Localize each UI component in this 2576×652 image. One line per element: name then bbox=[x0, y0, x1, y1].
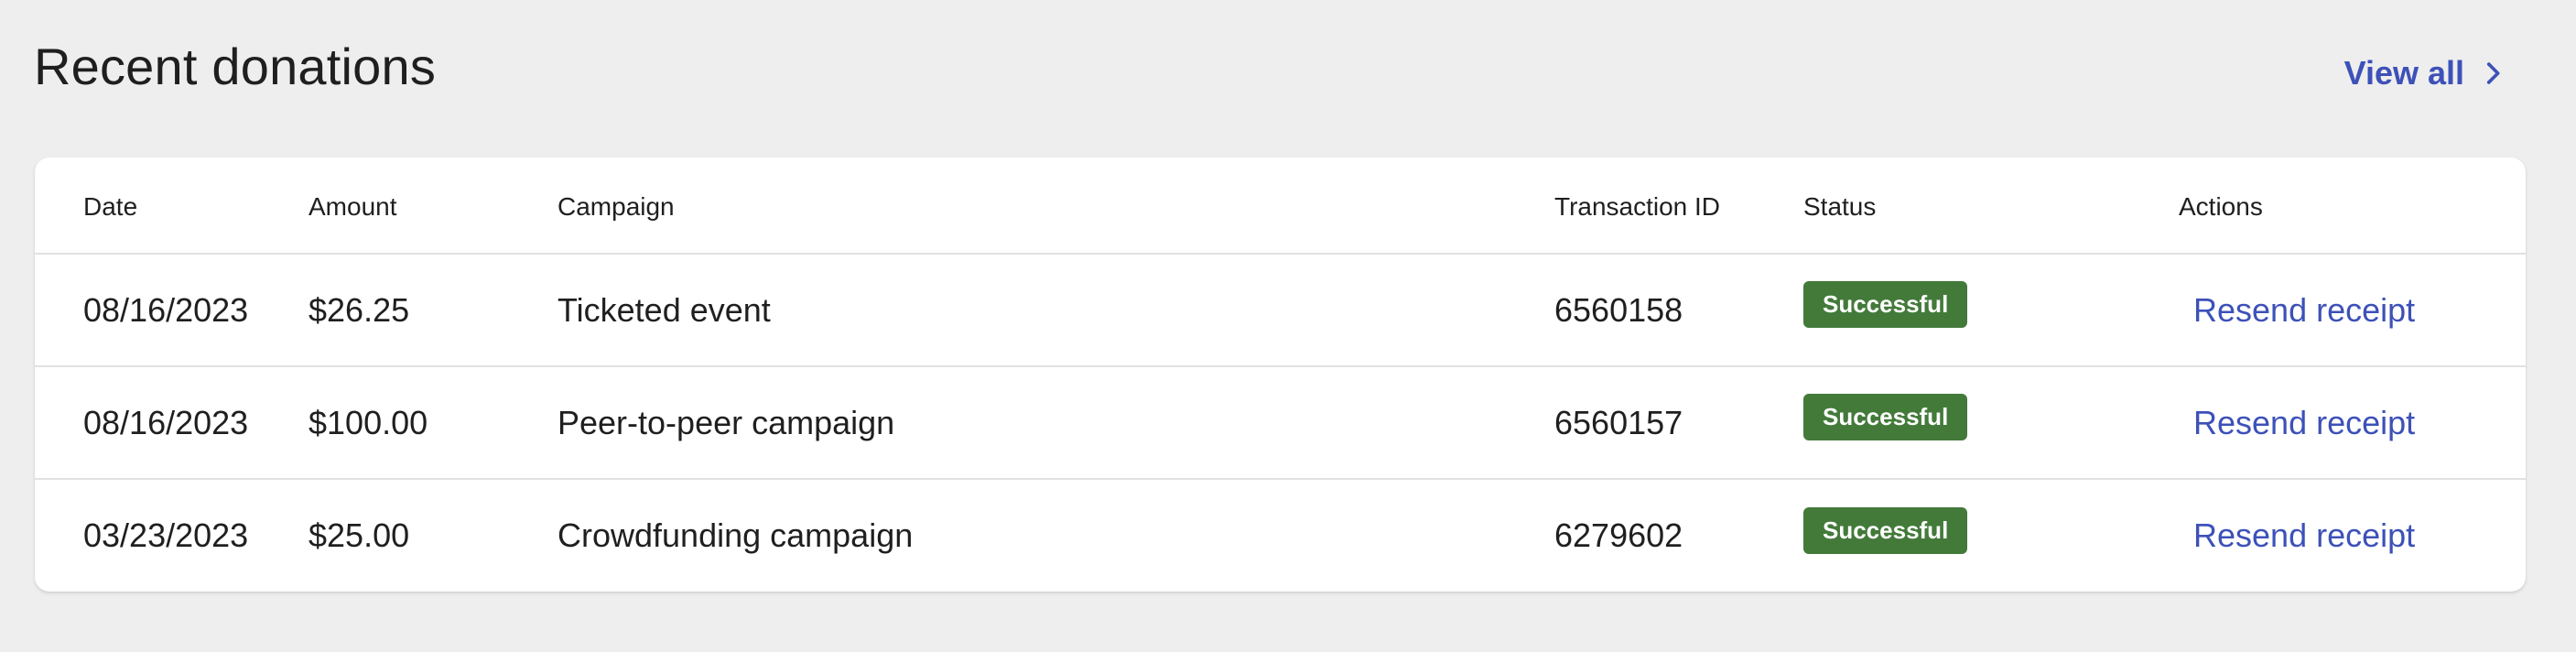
cell-amount: $26.25 bbox=[308, 290, 410, 329]
cell-transaction-id: 6560157 bbox=[1554, 403, 1683, 441]
cell-status: Successful bbox=[1803, 479, 2179, 592]
view-all-link[interactable]: View all bbox=[2344, 53, 2508, 93]
resend-receipt-link[interactable]: Resend receipt bbox=[2193, 291, 2415, 329]
column-header-status: Status bbox=[1803, 192, 1877, 221]
donations-table: Date Amount Campaign Transaction ID Stat… bbox=[35, 158, 2526, 592]
column-header-campaign: Campaign bbox=[557, 192, 675, 221]
resend-receipt-link[interactable]: Resend receipt bbox=[2193, 516, 2415, 554]
table-row: 08/16/2023 $100.00 Peer-to-peer campaign… bbox=[35, 366, 2526, 479]
cell-transaction-id: 6560158 bbox=[1554, 290, 1683, 329]
cell-date: 08/16/2023 bbox=[83, 290, 249, 329]
chevron-right-icon bbox=[2486, 62, 2500, 84]
column-header-amount: Amount bbox=[308, 192, 397, 221]
cell-status: Successful bbox=[1803, 254, 2179, 366]
cell-amount: $25.00 bbox=[308, 516, 410, 554]
status-badge: Successful bbox=[1803, 394, 1968, 440]
cell-actions: Resend receipt bbox=[2179, 479, 2526, 592]
status-badge: Successful bbox=[1803, 281, 1968, 328]
cell-date: 08/16/2023 bbox=[83, 403, 249, 441]
donations-table-card: Date Amount Campaign Transaction ID Stat… bbox=[35, 158, 2526, 592]
column-header-transaction-id: Transaction ID bbox=[1554, 192, 1721, 221]
cell-status: Successful bbox=[1803, 366, 2179, 479]
cell-actions: Resend receipt bbox=[2179, 254, 2526, 366]
cell-campaign: Crowdfunding campaign bbox=[557, 516, 914, 554]
table-header-row: Date Amount Campaign Transaction ID Stat… bbox=[35, 158, 2526, 254]
column-header-actions: Actions bbox=[2179, 192, 2263, 221]
status-badge: Successful bbox=[1803, 506, 1968, 554]
cell-transaction-id: 6279602 bbox=[1554, 516, 1683, 554]
column-header-date: Date bbox=[83, 192, 138, 221]
view-all-label: View all bbox=[2343, 54, 2464, 92]
page-title: Recent donations bbox=[34, 38, 437, 95]
cell-campaign: Peer-to-peer campaign bbox=[557, 403, 895, 441]
resend-receipt-link[interactable]: Resend receipt bbox=[2193, 404, 2415, 441]
cell-date: 03/23/2023 bbox=[83, 516, 249, 554]
cell-amount: $100.00 bbox=[308, 403, 428, 441]
table-row: 08/16/2023 $26.25 Ticketed event 6560158… bbox=[35, 254, 2526, 366]
cell-campaign: Ticketed event bbox=[557, 290, 771, 329]
cell-actions: Resend receipt bbox=[2179, 366, 2526, 479]
table-row: 03/23/2023 $25.00 Crowdfunding campaign … bbox=[35, 479, 2526, 592]
